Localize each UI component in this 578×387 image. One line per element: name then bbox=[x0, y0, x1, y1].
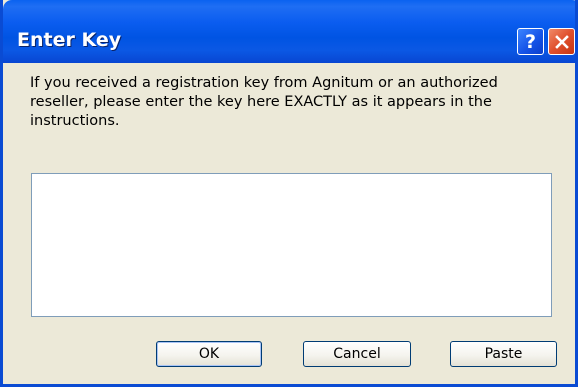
close-icon bbox=[554, 34, 569, 49]
close-button[interactable] bbox=[548, 28, 575, 55]
enter-key-dialog: Enter Key ? If you received a registrati… bbox=[0, 0, 578, 387]
dialog-title: Enter Key bbox=[17, 29, 122, 51]
title-bar-buttons: ? bbox=[517, 28, 575, 55]
help-icon: ? bbox=[524, 30, 537, 53]
help-button[interactable]: ? bbox=[517, 28, 544, 55]
paste-button[interactable]: Paste bbox=[450, 341, 557, 367]
cancel-button[interactable]: Cancel bbox=[303, 341, 411, 367]
ok-button[interactable]: OK bbox=[156, 341, 262, 367]
dialog-body: If you received a registration key from … bbox=[3, 63, 575, 384]
registration-key-input[interactable] bbox=[31, 173, 552, 317]
title-bar[interactable]: Enter Key ? bbox=[3, 0, 575, 63]
instructions-text: If you received a registration key from … bbox=[30, 75, 498, 129]
